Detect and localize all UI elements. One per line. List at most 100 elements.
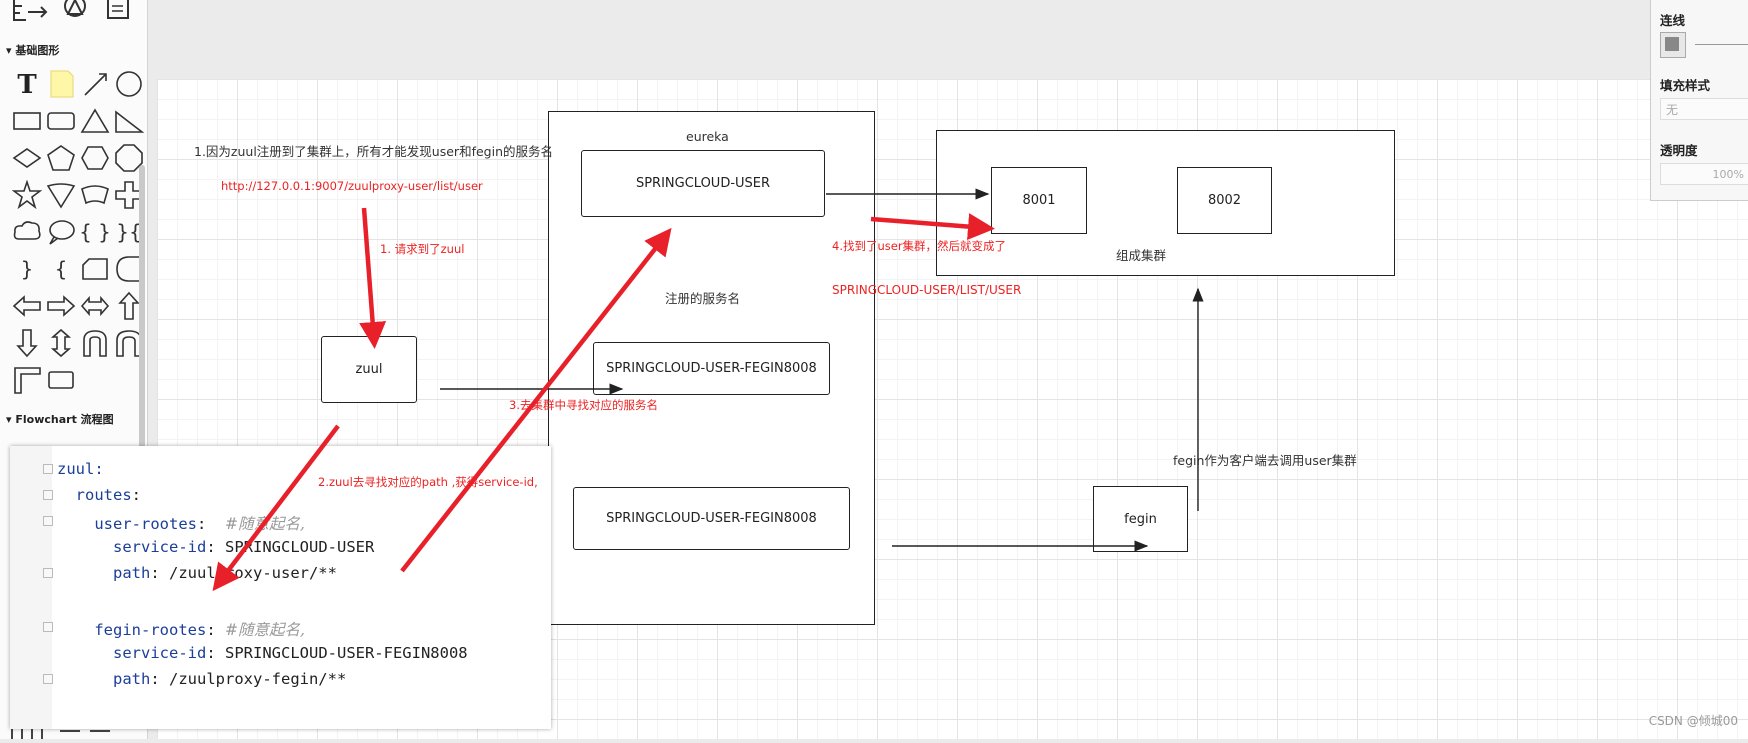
line-section-title: 连线 bbox=[1660, 13, 1686, 28]
ellipse-callout-icon[interactable] bbox=[46, 217, 76, 247]
section-basic-shapes[interactable]: ▾ 基础图形 bbox=[6, 42, 59, 58]
circle-shape-icon[interactable] bbox=[114, 69, 144, 99]
text-tool-icon[interactable]: T bbox=[12, 69, 42, 99]
fold-marker-icon[interactable] bbox=[43, 568, 53, 578]
svc-fegin-box-2[interactable]: SPRINGCLOUD-USER-FEGIN8008 bbox=[573, 487, 850, 550]
cloud-shape-icon[interactable] bbox=[12, 217, 42, 247]
port-8001-label: 8001 bbox=[1022, 193, 1056, 208]
svc-fegin-label-2: SPRINGCLOUD-USER-FEGIN8008 bbox=[606, 511, 817, 526]
port-8001-box[interactable]: 8001 bbox=[991, 167, 1087, 234]
svg-text:{ }: { } bbox=[80, 220, 110, 244]
path-result-annotation: SPRINGCLOUD-USER/LIST/USER bbox=[832, 283, 1022, 297]
fold-marker-icon[interactable] bbox=[43, 490, 53, 500]
svg-text:}: } bbox=[21, 257, 34, 281]
svc-fegin-box-1[interactable]: SPRINGCLOUD-USER-FEGIN8008 bbox=[593, 342, 830, 395]
code-line-1: zuul: bbox=[57, 460, 104, 478]
code-line-5: path: /zuulproxy-user/** bbox=[113, 564, 337, 582]
port-8002-box[interactable]: 8002 bbox=[1177, 167, 1272, 234]
collapse-triangle-icon: ▾ bbox=[6, 44, 16, 57]
svc-fegin-label-1: SPRINGCLOUD-USER-FEGIN8008 bbox=[606, 361, 817, 376]
code-value: /zuulproxy-fegin/** bbox=[169, 670, 347, 688]
left-brace-icon[interactable]: { bbox=[46, 254, 76, 284]
section-flowchart[interactable]: ▾ Flowchart 流程图 bbox=[6, 411, 114, 427]
zuul-label: zuul bbox=[355, 362, 383, 377]
code-key: service-id bbox=[113, 644, 207, 662]
braces-shape-icon[interactable]: { } bbox=[80, 217, 110, 247]
collapse-triangle-icon: ▾ bbox=[6, 413, 16, 426]
fegin-box[interactable]: fegin bbox=[1093, 486, 1188, 552]
fold-marker-icon[interactable] bbox=[43, 464, 53, 474]
small-rect-shape-icon[interactable] bbox=[46, 365, 76, 395]
fegin-note: fegin作为客户端去调用user集群 bbox=[1173, 453, 1357, 468]
fill-style-select[interactable]: 无 bbox=[1660, 98, 1748, 120]
banner-shape-icon[interactable] bbox=[80, 180, 110, 210]
fill-section-title: 填充样式 bbox=[1660, 78, 1711, 93]
sidebar-scrollbar[interactable] bbox=[139, 165, 145, 455]
code-line-8: path: /zuulproxy-fegin/** bbox=[113, 670, 347, 688]
down-arrow-icon[interactable] bbox=[12, 328, 42, 358]
note-shape-icon[interactable] bbox=[46, 69, 76, 99]
registered-services-label: 注册的服务名 bbox=[665, 291, 741, 306]
code-line-6: fegin-rootes: #随意起名, bbox=[94, 621, 305, 639]
cluster-label: 组成集群 bbox=[1116, 248, 1167, 263]
right-arrow-icon[interactable] bbox=[46, 291, 76, 321]
zuul-box[interactable]: zuul bbox=[321, 336, 417, 403]
fold-marker-icon[interactable] bbox=[43, 516, 53, 526]
right-triangle-shape-icon[interactable] bbox=[114, 106, 144, 136]
opacity-section-title: 透明度 bbox=[1660, 143, 1698, 158]
format-panel: 连线 填充样式 无 透明度 100% bbox=[1650, 0, 1748, 201]
hexagon-shape-icon[interactable] bbox=[80, 143, 110, 173]
code-key: routes bbox=[75, 486, 132, 504]
step4-annotation: 4.找到了user集群，然后就变成了 bbox=[832, 239, 1007, 253]
code-value: SPRINGCLOUD-USER bbox=[225, 538, 375, 556]
code-gutter bbox=[10, 446, 52, 729]
cone-shape-icon[interactable] bbox=[46, 180, 76, 210]
page-icon[interactable] bbox=[107, 0, 131, 22]
right-brace-icon[interactable]: } bbox=[12, 254, 42, 284]
fold-marker-icon[interactable] bbox=[43, 622, 53, 632]
code-line-4: service-id: SPRINGCLOUD-USER bbox=[113, 538, 375, 556]
code-line-3: user-rootes: #随意起名, bbox=[94, 515, 305, 533]
url-annotation: http://127.0.0.1:9007/zuulproxy-user/lis… bbox=[221, 179, 483, 193]
step3-annotation: 3.去集群中寻找对应的服务名 bbox=[509, 398, 658, 412]
line-color-swatch[interactable] bbox=[1660, 32, 1686, 58]
left-right-arrow-icon[interactable] bbox=[80, 291, 110, 321]
up-down-arrow-icon[interactable] bbox=[46, 328, 76, 358]
card-shape-icon[interactable] bbox=[80, 254, 110, 284]
network-icon[interactable] bbox=[60, 0, 90, 22]
note-top: 1.因为zuul注册到了集群上，所有才能发现user和fegin的服务名 bbox=[194, 144, 553, 159]
step2-annotation: 2.zuul去寻找对应的path ,获得service-id, bbox=[318, 475, 538, 489]
line-style-preview[interactable] bbox=[1695, 44, 1748, 45]
star-shape-icon[interactable] bbox=[12, 180, 42, 210]
code-value: /zuulproxy-user/** bbox=[169, 564, 337, 582]
corner-shape-icon[interactable] bbox=[12, 365, 42, 395]
fold-marker-icon[interactable] bbox=[43, 674, 53, 684]
watermark: CSDN @倾城00 bbox=[1648, 714, 1738, 728]
code-value: SPRINGCLOUD-USER-FEGIN8008 bbox=[225, 644, 468, 662]
code-key: user-rootes bbox=[94, 515, 197, 533]
pentagon-shape-icon[interactable] bbox=[46, 143, 76, 173]
arrow-line-icon[interactable] bbox=[80, 69, 110, 99]
section-flowchart-label: Flowchart 流程图 bbox=[15, 413, 114, 426]
code-key: path bbox=[113, 670, 151, 688]
code-comment: #随意起名, bbox=[224, 515, 305, 533]
eureka-label: eureka bbox=[686, 129, 729, 144]
code-comment: #随意起名, bbox=[224, 621, 305, 639]
code-line-2: routes: bbox=[75, 486, 142, 504]
svc-user-label: SPRINGCLOUD-USER bbox=[635, 176, 771, 191]
opacity-input[interactable]: 100% bbox=[1660, 163, 1748, 185]
rounded-rect-shape-icon[interactable] bbox=[46, 106, 76, 136]
code-key: service-id bbox=[113, 538, 207, 556]
section-basic-label: 基础图形 bbox=[15, 44, 60, 57]
code-key: fegin-rootes bbox=[94, 621, 207, 639]
fegin-label: fegin bbox=[1124, 511, 1157, 527]
code-key: path bbox=[113, 564, 151, 582]
u-turn-arrow-icon[interactable] bbox=[80, 328, 110, 358]
swatch-fill bbox=[1665, 37, 1679, 51]
svc-user-box[interactable]: SPRINGCLOUD-USER bbox=[581, 150, 825, 217]
left-arrow-icon[interactable] bbox=[12, 291, 42, 321]
triangle-shape-icon[interactable] bbox=[80, 106, 110, 136]
rectangle-shape-icon[interactable] bbox=[12, 106, 42, 136]
diamond-shape-icon[interactable] bbox=[12, 143, 42, 173]
export-icon[interactable] bbox=[12, 0, 52, 22]
